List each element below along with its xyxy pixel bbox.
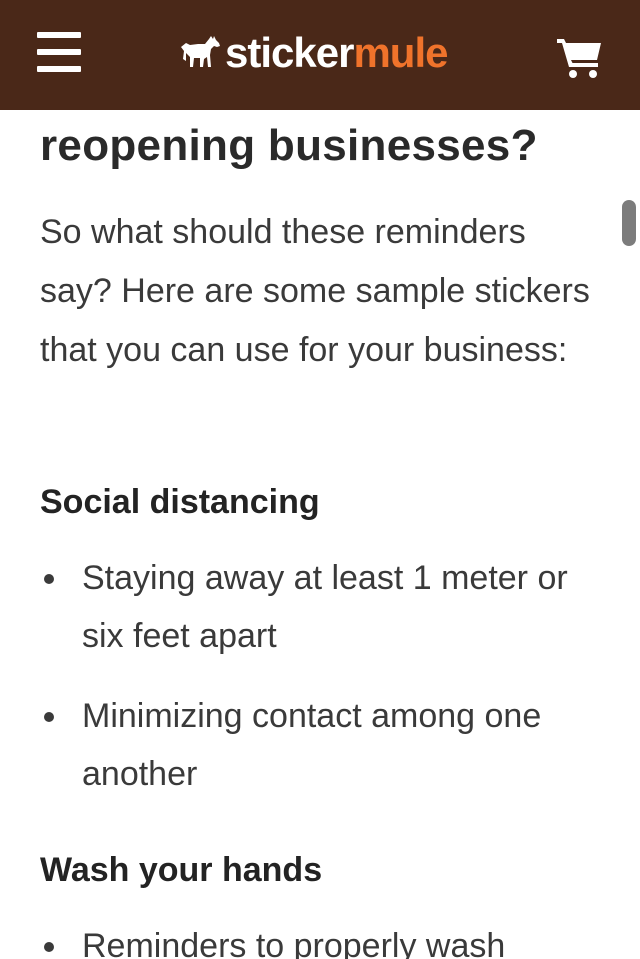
mule-icon bbox=[181, 36, 220, 67]
article-content: reopening businesses? So what should the… bbox=[0, 0, 640, 959]
social-distancing-list: Staying away at least 1 meter or six fee… bbox=[40, 549, 600, 803]
wash-hands-list: Reminders to properly wash bbox=[40, 917, 600, 959]
intro-paragraph: So what should these reminders say? Here… bbox=[40, 213, 590, 369]
section-title-social-distancing: Social distancing bbox=[40, 483, 320, 521]
list-item: Reminders to properly wash bbox=[40, 917, 600, 959]
stickermule-logo[interactable]: stickermule bbox=[178, 28, 448, 78]
bullet-icon bbox=[44, 712, 54, 722]
page: reopening businesses? So what should the… bbox=[0, 0, 640, 959]
list-item-text: Minimizing contact among one another bbox=[82, 697, 542, 793]
list-item-text: Reminders to properly wash bbox=[82, 927, 506, 959]
bullet-icon bbox=[44, 942, 54, 952]
scrollbar[interactable] bbox=[622, 200, 636, 246]
cart-icon[interactable] bbox=[555, 36, 605, 80]
logo-text-mule: mule bbox=[353, 29, 448, 76]
logo-text-sticker: sticker bbox=[225, 29, 354, 76]
bullet-icon bbox=[44, 574, 54, 584]
section-title-wash-hands: Wash your hands bbox=[40, 851, 323, 889]
top-nav-bar: stickermule bbox=[0, 0, 640, 110]
list-item: Minimizing contact among one another bbox=[40, 687, 600, 803]
hamburger-menu-icon[interactable] bbox=[37, 32, 81, 72]
article-heading: reopening businesses? bbox=[40, 121, 538, 170]
list-item: Staying away at least 1 meter or six fee… bbox=[40, 549, 600, 665]
list-item-text: Staying away at least 1 meter or six fee… bbox=[82, 559, 568, 655]
